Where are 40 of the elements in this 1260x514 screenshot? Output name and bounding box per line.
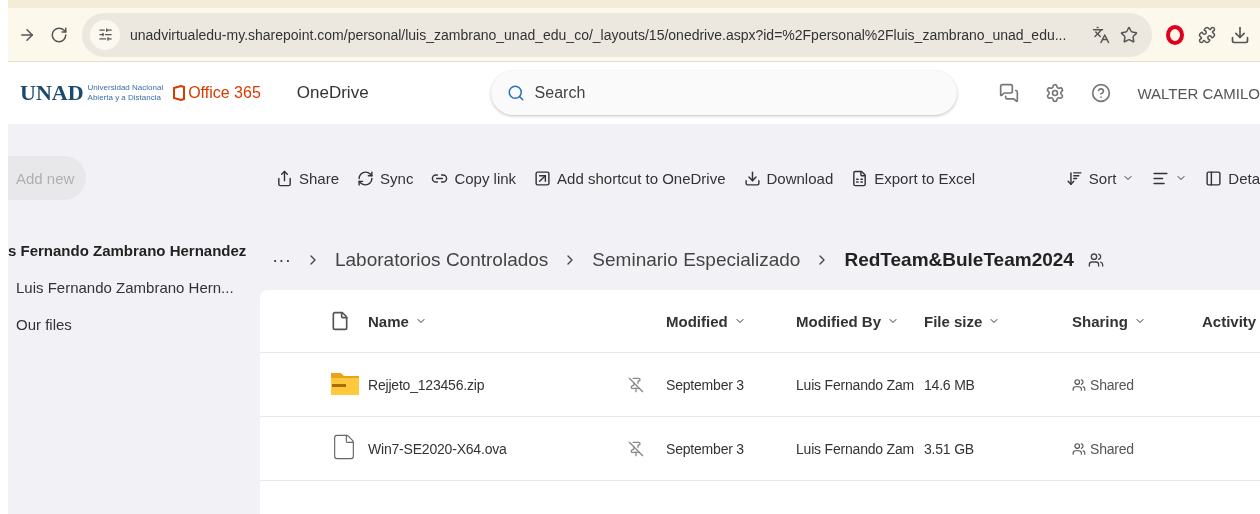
sidebar-item[interactable]: Luis Fernando Zambrano Hern... <box>16 279 260 296</box>
file-name[interactable]: Rejjeto_123456.zip <box>368 376 628 393</box>
file-name[interactable]: Win7-SE2020-X64.ova <box>368 440 628 457</box>
sidebar-heading: s Fernando Zambrano Hernandez <box>8 242 248 259</box>
logo-text: UNAD <box>20 80 84 106</box>
excel-button[interactable]: Export to Excel <box>851 169 976 187</box>
download-button[interactable]: Download <box>743 169 834 187</box>
column-header[interactable]: Activity <box>1202 312 1260 330</box>
link-button[interactable]: Copy link <box>431 169 517 187</box>
share-button[interactable]: Share <box>276 169 340 187</box>
breadcrumb-item[interactable]: Seminario Especializado <box>592 249 801 271</box>
url-text: unadvirtualedu-my.sharepoint.com/personal/luis_zambrano_unad_edu_co/_layouts/15/onedrive.aspx?id=%2Fpersonal%2Fluis_zambrano_unad_edu... <box>130 26 1068 43</box>
table-cell-text: September 3 <box>666 376 745 393</box>
breadcrumb-item[interactable]: RedTeam&BuleTeam2024 <box>844 249 1074 271</box>
table-cell-text: September 3 <box>666 440 745 457</box>
logo-subtitle: Universidad Nacional <box>87 83 164 93</box>
sharing-status: Shared <box>1090 440 1134 457</box>
sidebar-item[interactable]: Our files <box>16 316 260 333</box>
table-cell-text: 3.51 GB <box>924 440 975 457</box>
column-header[interactable]: Modified <box>666 312 796 330</box>
sync-button[interactable]: Sync <box>357 169 414 187</box>
sharing-status: Shared <box>1090 376 1134 393</box>
breadcrumb-item[interactable]: Laboratorios Controlados <box>335 249 549 271</box>
table-cell-text: Luis Fernando Zam <box>796 376 915 393</box>
app-name[interactable]: OneDrive <box>296 83 369 103</box>
column-header[interactable]: Modified By <box>796 312 924 330</box>
details-button[interactable]: Deta <box>1205 169 1260 187</box>
table-cell-text: 14.6 MB <box>924 376 976 393</box>
search-field[interactable]: Search <box>490 71 957 115</box>
logo-subtitle: Abierta y a Distancia <box>87 93 162 103</box>
sort-button[interactable]: Sort <box>1065 169 1135 187</box>
column-header[interactable]: Sharing <box>1072 312 1202 330</box>
address-bar[interactable]: unadvirtualedu-my.sharepoint.com/personal/luis_zambrano_unad_edu_co/_layouts/15/onedrive.aspx?id=%2Fpersonal%2Fluis_zambrano_unad_edu... <box>82 12 1152 57</box>
suite-name: Office 365 <box>188 84 261 102</box>
table-cell-text: Luis Fernando Zam <box>796 440 915 457</box>
user-name[interactable]: WALTER CAMILO <box>1137 84 1260 102</box>
column-header[interactable]: File size <box>924 312 1072 330</box>
column-header[interactable]: Name <box>368 312 628 330</box>
shortcut-button[interactable]: Add shortcut to OneDrive <box>534 169 726 187</box>
overflow-text[interactable]: ··· <box>272 249 291 271</box>
